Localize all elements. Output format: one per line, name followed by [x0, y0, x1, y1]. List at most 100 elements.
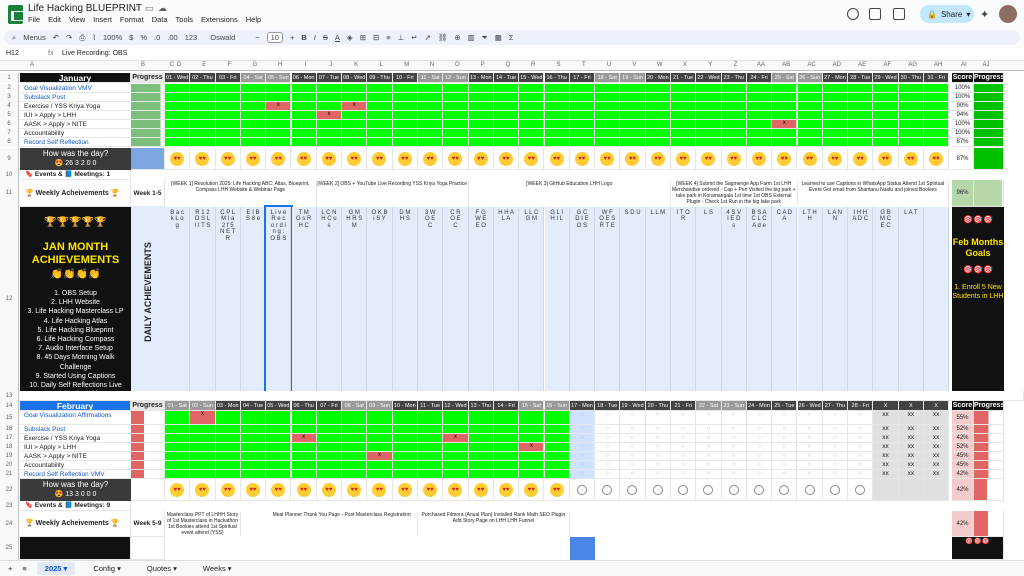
habit-checkbox[interactable]: [215, 111, 241, 120]
habit-checkbox[interactable]: ○: [645, 443, 671, 452]
column-header[interactable]: H: [268, 62, 292, 68]
habit-checkbox[interactable]: ○: [620, 452, 646, 461]
daily-achievement-cell[interactable]: [924, 537, 950, 560]
zoom-select[interactable]: 100%: [103, 33, 122, 42]
row-header[interactable]: 10: [0, 170, 19, 180]
habit-checkbox[interactable]: [367, 129, 393, 138]
habit-checkbox[interactable]: ○: [671, 425, 697, 434]
habit-checkbox[interactable]: [215, 138, 241, 147]
habit-checkbox[interactable]: xx: [873, 443, 899, 452]
row-header[interactable]: 24: [0, 511, 19, 537]
habit-checkbox[interactable]: [544, 84, 570, 93]
habit-checkbox[interactable]: [746, 93, 773, 102]
habit-checkbox[interactable]: [696, 84, 722, 93]
habit-checkbox[interactable]: ○: [772, 461, 798, 470]
habit-checkbox[interactable]: [873, 129, 899, 138]
habit-checkbox[interactable]: ○: [746, 452, 773, 461]
habit-checkbox[interactable]: [443, 84, 469, 93]
habit-checkbox[interactable]: [266, 120, 292, 129]
daily-achievement-cell[interactable]: 3 W O E C: [418, 207, 444, 391]
daily-achievement-cell[interactable]: [392, 537, 418, 560]
habit-checkbox[interactable]: [165, 425, 191, 434]
tab-weeks[interactable]: Weeks ▾: [195, 562, 240, 575]
habit-checkbox[interactable]: [696, 102, 722, 111]
mood-cell[interactable]: [924, 479, 950, 501]
habit-checkbox[interactable]: [493, 461, 520, 470]
habit-checkbox[interactable]: ○: [645, 425, 671, 434]
habit-checkbox[interactable]: [367, 84, 393, 93]
strikethrough-icon[interactable]: S: [323, 33, 328, 42]
habit-checkbox[interactable]: [240, 425, 267, 434]
habit-checkbox[interactable]: [595, 120, 621, 129]
daily-achievement-cell[interactable]: L C N H C u s: [316, 207, 343, 391]
habit-checkbox[interactable]: ○: [822, 434, 849, 443]
habit-checkbox[interactable]: ○: [822, 425, 849, 434]
daily-achievement-cell[interactable]: O K B i S Y: [367, 207, 393, 391]
habit-checkbox[interactable]: ○: [620, 434, 646, 443]
habit-checkbox[interactable]: [620, 84, 646, 93]
habit-checkbox[interactable]: [746, 129, 773, 138]
habit-checkbox[interactable]: [418, 111, 444, 120]
habit-checkbox[interactable]: [569, 129, 596, 138]
habit-checkbox[interactable]: [519, 111, 545, 120]
habit-checkbox[interactable]: [443, 102, 469, 111]
tab-quotes[interactable]: Quotes ▾: [139, 562, 185, 575]
habit-checkbox[interactable]: [266, 111, 292, 120]
habit-checkbox[interactable]: [569, 120, 596, 129]
habit-checkbox[interactable]: ○: [595, 470, 621, 479]
habit-checkbox[interactable]: [215, 84, 241, 93]
habit-checkbox[interactable]: xx: [924, 411, 950, 425]
increase-decimal-button[interactable]: .00: [167, 33, 177, 42]
habit-checkbox[interactable]: [797, 120, 823, 129]
habit-checkbox[interactable]: ○: [797, 411, 823, 425]
habit-checkbox[interactable]: [772, 93, 798, 102]
habit-checkbox[interactable]: [266, 443, 292, 452]
daily-achievement-cell[interactable]: W F O E S R T E: [595, 207, 621, 391]
daily-achievement-cell[interactable]: [468, 537, 494, 560]
daily-achievement-cell[interactable]: [645, 537, 671, 560]
habit-checkbox[interactable]: ○: [569, 411, 596, 425]
habit-checkbox[interactable]: [165, 461, 191, 470]
mood-empty-circle[interactable]: [728, 485, 739, 495]
habit-checkbox[interactable]: [190, 443, 216, 452]
habit-checkbox[interactable]: [645, 138, 671, 147]
habit-checkbox[interactable]: ○: [569, 443, 596, 452]
column-header[interactable]: AI: [952, 62, 976, 68]
habit-checkbox[interactable]: ○: [671, 434, 697, 443]
row-header[interactable]: 17: [0, 434, 19, 443]
habit-checkbox[interactable]: ○: [696, 443, 722, 452]
daily-achievement-cell[interactable]: H H A L A: [493, 207, 520, 391]
daily-achievement-cell[interactable]: L T H H: [797, 207, 823, 391]
habit-label[interactable]: Goal Visualization VMV: [20, 84, 131, 93]
habit-checkbox[interactable]: [519, 452, 545, 461]
habit-checkbox[interactable]: [671, 93, 697, 102]
habit-checkbox[interactable]: [240, 411, 267, 425]
habit-checkbox[interactable]: [468, 111, 494, 120]
habit-checkbox[interactable]: x: [266, 102, 292, 111]
filter-icon[interactable]: ⏷: [482, 33, 488, 43]
bold-icon[interactable]: B: [301, 33, 306, 42]
fill-color-icon[interactable]: ◈: [347, 33, 353, 42]
habit-checkbox[interactable]: [595, 138, 621, 147]
habit-checkbox[interactable]: [190, 425, 216, 434]
habit-checkbox[interactable]: [342, 434, 368, 443]
habit-checkbox[interactable]: [342, 93, 368, 102]
font-size-decrease[interactable]: −: [255, 33, 259, 42]
habit-checkbox[interactable]: [873, 138, 899, 147]
column-header[interactable]: V: [622, 62, 646, 68]
font-size-increase[interactable]: +: [290, 33, 294, 42]
habit-label[interactable]: Subslack Post: [20, 93, 131, 102]
habit-checkbox[interactable]: [468, 84, 494, 93]
daily-achievement-cell[interactable]: I T O R: [671, 207, 697, 391]
habit-checkbox[interactable]: ○: [595, 411, 621, 425]
habit-checkbox[interactable]: [418, 84, 444, 93]
row-header[interactable]: 8: [0, 138, 19, 147]
habit-checkbox[interactable]: [443, 111, 469, 120]
habit-label[interactable]: Accountability: [20, 461, 131, 470]
borders-icon[interactable]: ⊞: [360, 33, 366, 42]
column-header[interactable]: O: [445, 62, 469, 68]
daily-achievement-cell[interactable]: [746, 537, 773, 560]
doc-title[interactable]: Life Hacking BLUEPRINT: [28, 3, 142, 14]
habit-checkbox[interactable]: [645, 120, 671, 129]
habit-checkbox[interactable]: [797, 138, 823, 147]
